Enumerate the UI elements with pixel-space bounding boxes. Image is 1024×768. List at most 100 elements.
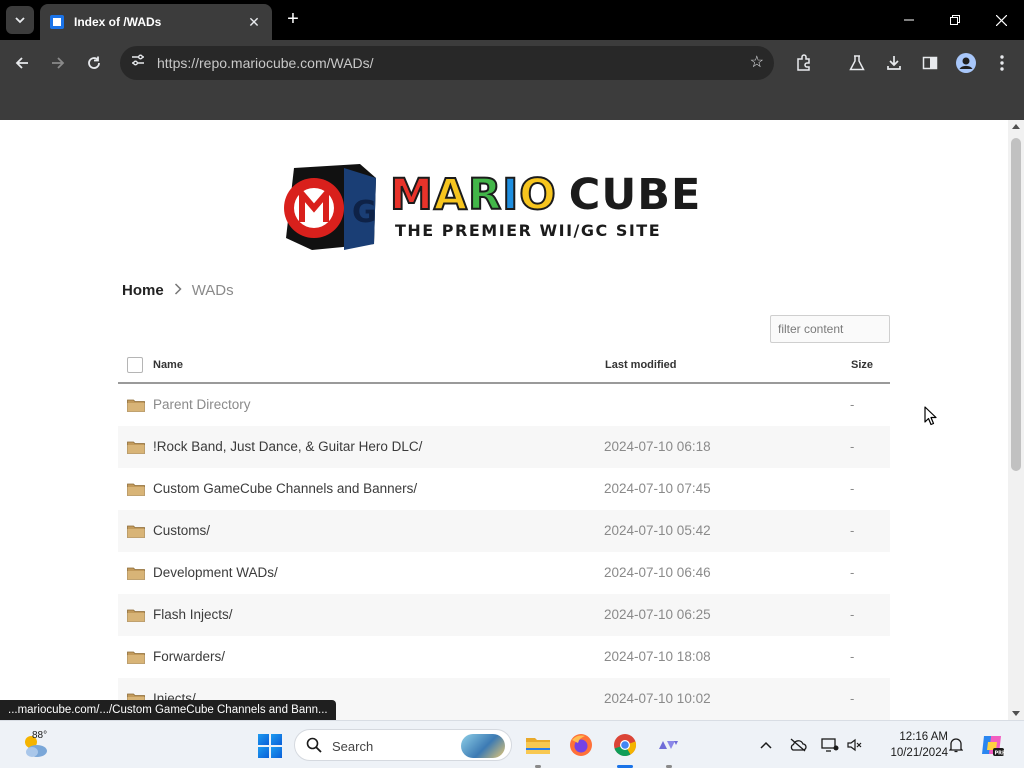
table-row[interactable]: Flash Injects/2024-07-10 06:25 - <box>118 594 890 636</box>
table-row[interactable]: Customs/2024-07-10 05:42 - <box>118 510 890 552</box>
entry-last-modified: 2024-07-10 18:08 <box>604 649 711 664</box>
mouse-cursor-icon <box>924 406 937 426</box>
parent-folder-icon <box>127 398 145 412</box>
url-text[interactable]: https://repo.mariocube.com/WADs/ <box>157 55 374 71</box>
reload-icon <box>88 56 100 69</box>
chevron-right-icon <box>174 283 182 295</box>
arrow-right-icon <box>52 57 65 69</box>
entry-name-link[interactable]: Customs/ <box>153 523 210 538</box>
entry-name-link[interactable]: Parent Directory <box>153 397 251 412</box>
chevron-up-icon[interactable] <box>756 735 776 755</box>
folder-icon <box>127 482 145 496</box>
close-window-button[interactable] <box>978 0 1024 40</box>
entry-last-modified: 2024-07-10 05:42 <box>604 523 711 538</box>
system-clock[interactable]: 12:16 AM 10/21/2024 <box>872 729 948 761</box>
logo-letter: O <box>518 170 557 220</box>
tab-title: Index of /WADs <box>74 15 162 29</box>
logo-letter: I <box>501 170 520 220</box>
extensions-icon[interactable] <box>792 51 816 75</box>
mariocube-logo[interactable]: G MARIO CUBE THE PREMIER WII/GC SITE <box>282 164 724 250</box>
table-row[interactable]: Custom GameCube Channels and Banners/202… <box>118 468 890 510</box>
table-header: Name Last modified Size <box>118 348 890 384</box>
site-settings-icon[interactable] <box>128 53 148 73</box>
close-tab-icon[interactable]: ✕ <box>246 14 262 31</box>
taskbar-search-box[interactable]: Search <box>294 729 512 761</box>
scrollbar-thumb[interactable] <box>1011 138 1021 471</box>
scroll-up-arrow-icon[interactable] <box>1012 124 1020 129</box>
windows-start-icon[interactable] <box>258 734 282 758</box>
logo-mario-text: MARIO <box>389 170 557 220</box>
browser-toolbar: https://repo.mariocube.com/WADs/ ☆ <box>0 40 1024 86</box>
vertical-scrollbar[interactable] <box>1008 120 1024 720</box>
entry-name-link[interactable]: Forwarders/ <box>153 649 225 664</box>
search-icon <box>306 737 322 753</box>
table-row[interactable]: Forwarders/2024-07-10 18:08 - <box>118 636 890 678</box>
firefox-icon[interactable] <box>567 731 595 759</box>
entry-last-modified: 2024-07-10 06:46 <box>604 565 711 580</box>
back-button[interactable] <box>8 49 36 77</box>
minimize-icon <box>904 19 914 21</box>
entry-name-link[interactable]: Development WADs/ <box>153 565 278 580</box>
logo-letter: R <box>467 170 503 220</box>
volume-muted-icon[interactable] <box>845 735 865 755</box>
breadcrumb-home-link[interactable]: Home <box>122 282 164 299</box>
tab-active[interactable]: Index of /WADs ✕ <box>40 4 272 40</box>
side-panel-icon[interactable] <box>918 51 942 75</box>
parent-directory-row[interactable]: Parent Directory - <box>118 384 890 426</box>
entry-last-modified: 2024-07-10 06:25 <box>604 607 711 622</box>
copilot-icon[interactable]: PRE <box>979 732 1005 758</box>
search-highlight-image <box>461 734 505 758</box>
entry-name-link[interactable]: Custom GameCube Channels and Banners/ <box>153 481 417 496</box>
file-listing-table: Name Last modified Size Parent Directory… <box>118 348 890 720</box>
reload-button[interactable] <box>80 49 108 77</box>
notification-bell-icon[interactable] <box>946 735 966 755</box>
search-label: Search <box>332 739 374 754</box>
profile-avatar-icon[interactable] <box>954 51 978 75</box>
entry-name-link[interactable]: Flash Injects/ <box>153 607 233 622</box>
menu-kebab-icon[interactable] <box>990 51 1014 75</box>
bookmark-star-icon[interactable]: ☆ <box>750 52 764 72</box>
breadcrumb-current: WADs <box>191 282 234 299</box>
svg-text:G: G <box>352 195 376 230</box>
folder-icon <box>127 440 145 454</box>
restore-button[interactable] <box>932 0 978 40</box>
address-bar[interactable]: https://repo.mariocube.com/WADs/ ☆ <box>120 46 774 80</box>
downloads-icon[interactable] <box>882 51 906 75</box>
entry-name-link[interactable]: !Rock Band, Just Dance, & Guitar Hero DL… <box>153 439 422 454</box>
labs-flask-icon[interactable] <box>845 51 869 75</box>
breadcrumb-separator <box>174 283 182 298</box>
weather-temperature: 88° <box>32 730 48 741</box>
windows-taskbar: 88° Search 12:16 AM 10/21/2024 PRE <box>0 720 1024 768</box>
arrow-left-icon <box>15 57 28 69</box>
logo-wordmark: MARIO CUBE <box>389 170 701 220</box>
forward-button[interactable] <box>44 49 72 77</box>
close-icon <box>995 14 1007 26</box>
minimize-button[interactable] <box>886 0 932 40</box>
select-all-checkbox[interactable] <box>127 357 143 373</box>
table-row[interactable]: !Rock Band, Just Dance, & Guitar Hero DL… <box>118 426 890 468</box>
scroll-down-arrow-icon[interactable] <box>1012 711 1020 716</box>
column-header-size[interactable]: Size <box>851 359 873 371</box>
logo-tagline: THE PREMIER WII/GC SITE <box>395 221 662 240</box>
breadcrumb: Home WADs <box>122 282 234 299</box>
folder-icon <box>127 566 145 580</box>
link-status-bubble: ...mariocube.com/.../Custom GameCube Cha… <box>0 700 336 720</box>
mario-cube-emblem-icon: G <box>284 164 376 250</box>
entry-size: - <box>850 439 855 454</box>
new-tab-button[interactable]: + <box>281 8 305 32</box>
entry-size: - <box>850 565 855 580</box>
table-body: Parent Directory - !Rock Band, Just Dance,… <box>118 384 890 720</box>
column-header-last-modified[interactable]: Last modified <box>605 359 677 371</box>
table-row[interactable]: Development WADs/2024-07-10 06:46 - <box>118 552 890 594</box>
filter-content-input[interactable] <box>770 315 890 343</box>
file-explorer-icon[interactable] <box>524 731 552 759</box>
column-header-name[interactable]: Name <box>153 359 183 371</box>
bookmarks-bar <box>0 86 1024 120</box>
logo-letter: A <box>433 170 469 220</box>
onedrive-offline-icon[interactable] <box>788 735 808 755</box>
chrome-icon[interactable] <box>611 731 639 759</box>
network-icon[interactable] <box>820 735 840 755</box>
clock-time: 12:16 AM <box>899 731 948 743</box>
app-icon[interactable] <box>655 731 683 759</box>
tab-search-button[interactable] <box>6 6 34 34</box>
